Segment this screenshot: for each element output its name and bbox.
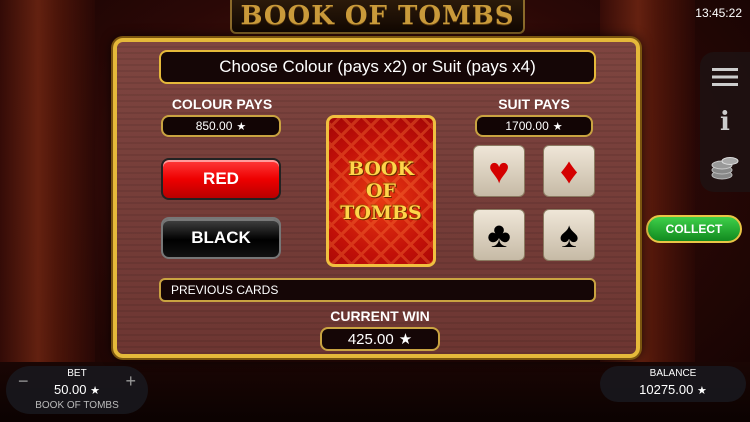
card-logo-line3: TOMBS [340, 202, 422, 224]
gamble-instructions: Choose Colour (pays x2) or Suit (pays x4… [159, 50, 596, 84]
current-win-value: 425.00 [347, 330, 394, 348]
current-win-box: 425.00 ★ [320, 327, 440, 351]
collect-button[interactable]: COLLECT [646, 215, 742, 243]
current-win-label: CURRENT WIN [330, 308, 430, 324]
left-pillar [0, 0, 95, 380]
card-logo: BOOK OF TOMBS [340, 158, 422, 224]
face-down-card: BOOK OF TOMBS [326, 115, 436, 267]
suit-pays-value-box: 1700.00 ★ [475, 115, 593, 137]
balance-panel: BALANCE 10275.00 ★ [600, 366, 746, 402]
star-icon: ★ [90, 385, 101, 397]
spades-icon: ♠ [559, 214, 579, 255]
suit-pays-label: SUIT PAYS [498, 96, 570, 112]
colour-pays-value: 850.00 [195, 119, 233, 133]
hearts-button[interactable]: ♥ [473, 145, 525, 197]
star-icon: ★ [552, 120, 563, 133]
coins-stack-icon[interactable] [700, 150, 750, 186]
bet-value-row: 50.00 ★ [6, 382, 148, 397]
balance-label: BALANCE [649, 368, 697, 379]
card-logo-line2: OF [365, 180, 397, 202]
bet-label: BET [67, 368, 87, 379]
bet-value: 50.00 [53, 382, 87, 397]
diamonds-icon: ♦ [559, 150, 579, 191]
previous-cards-label: PREVIOUS CARDS [171, 283, 279, 297]
game-logo: BOOK OF TOMBS [230, 0, 525, 34]
bet-panel: − + BET 50.00 ★ BOOK OF TOMBS [6, 366, 148, 414]
balance-value-row: 10275.00 ★ [600, 382, 746, 397]
clubs-button[interactable]: ♣ [473, 209, 525, 261]
red-button[interactable]: RED [161, 158, 281, 200]
colour-pays-label: COLOUR PAYS [171, 96, 273, 112]
card-logo-line1: BOOK [347, 158, 414, 180]
side-menu: i [700, 52, 750, 192]
balance-value: 10275.00 [639, 382, 694, 397]
gamble-panel: Choose Colour (pays x2) or Suit (pays x4… [113, 38, 640, 358]
star-icon: ★ [236, 120, 247, 133]
spades-button[interactable]: ♠ [543, 209, 595, 261]
star-icon: ★ [398, 331, 413, 348]
colour-pays-value-box: 850.00 ★ [161, 115, 281, 137]
game-name: BOOK OF TOMBS [35, 400, 119, 411]
suit-pays-value: 1700.00 [505, 119, 549, 133]
previous-cards-bar: PREVIOUS CARDS [159, 278, 596, 302]
star-icon: ★ [696, 385, 707, 397]
clubs-icon: ♣ [487, 214, 511, 255]
hamburger-icon[interactable] [700, 62, 750, 92]
black-button[interactable]: BLACK [161, 217, 281, 259]
hearts-icon: ♥ [488, 150, 510, 191]
diamonds-button[interactable]: ♦ [543, 145, 595, 197]
info-icon[interactable]: i [700, 107, 750, 137]
clock: 13:45:22 [695, 6, 742, 20]
